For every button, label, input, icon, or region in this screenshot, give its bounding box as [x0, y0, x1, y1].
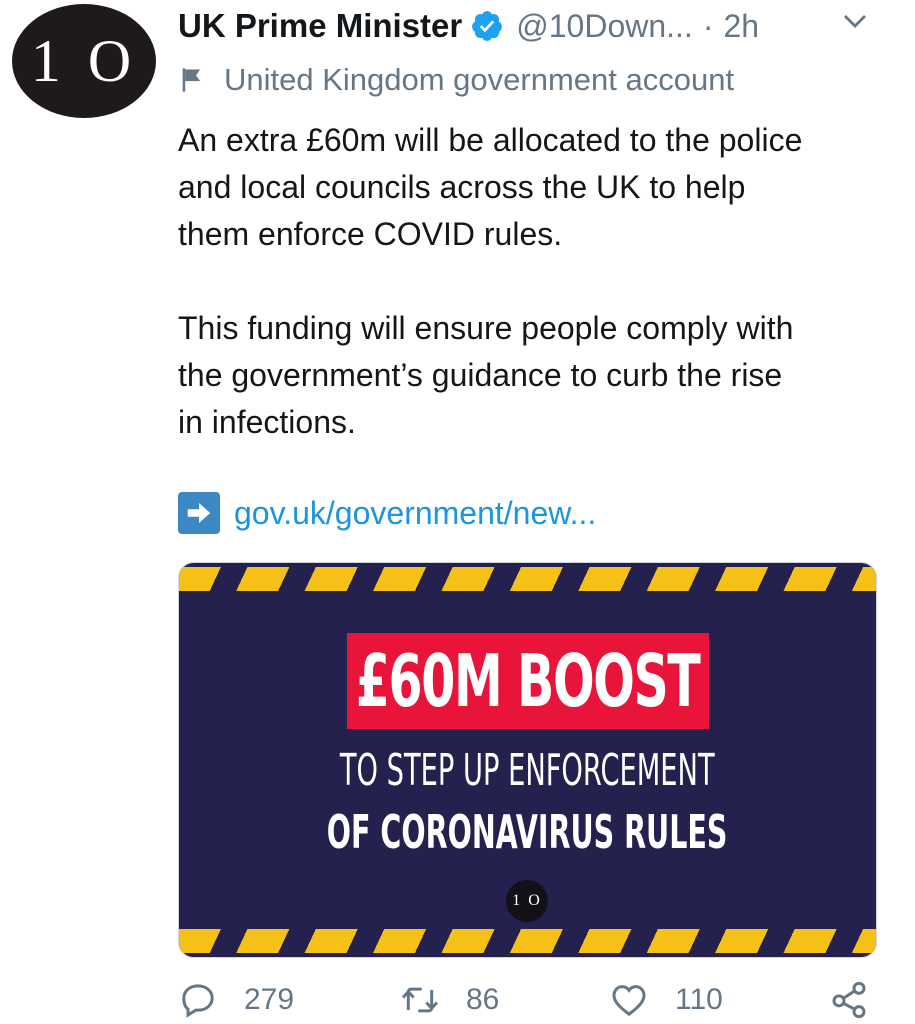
link-url[interactable]: gov.uk/government/new... — [234, 495, 596, 532]
like-count: 110 — [675, 983, 723, 1016]
verified-badge-icon — [472, 11, 503, 41]
like-button[interactable]: 110 — [609, 980, 723, 1020]
card-line-1-text: TO STEP UP ENFORCEMENT — [340, 745, 715, 796]
tweet-text: An extra £60m will be allocated to the p… — [178, 117, 898, 446]
timestamp[interactable]: 2h — [723, 8, 759, 45]
card-line-2-text: OF CORONAVIRUS RULES — [327, 805, 728, 859]
avatar-text: 1 O — [30, 27, 138, 94]
flag-icon — [182, 68, 201, 92]
reply-icon — [182, 984, 214, 1018]
retweet-button[interactable]: 86 — [400, 980, 499, 1020]
share-icon — [832, 981, 866, 1019]
account-label: United Kingdom government account — [178, 62, 734, 98]
chevron-down-icon[interactable] — [840, 6, 870, 36]
reply-button[interactable]: 279 — [178, 980, 294, 1020]
card-headline-banner: £60M BOOST — [347, 633, 709, 729]
hazard-stripe-bottom — [179, 929, 876, 953]
card-line-2: OF CORONAVIRUS RULES — [179, 805, 876, 859]
retweet-count: 86 — [466, 983, 500, 1016]
card-logo-text: 1 O — [512, 892, 542, 909]
card-logo: 1 O — [506, 880, 548, 922]
retweet-icon — [401, 987, 439, 1013]
card-line-1: TO STEP UP ENFORCEMENT — [179, 745, 876, 796]
avatar[interactable]: 1 O — [12, 4, 156, 118]
card-headline: £60M BOOST — [356, 639, 701, 723]
right-arrow-icon — [178, 492, 220, 534]
heart-icon — [612, 985, 646, 1017]
share-button[interactable] — [829, 980, 869, 1020]
tweet-paragraph-1: An extra £60m will be allocated to the p… — [178, 122, 803, 252]
account-label-text: United Kingdom government account — [224, 62, 735, 97]
reply-count: 279 — [244, 983, 295, 1016]
media-card[interactable]: £60M BOOST TO STEP UP ENFORCEMENT OF COR… — [178, 562, 877, 958]
tweet-header: UK Prime Minister @10Down... · 2h — [178, 0, 878, 52]
author-handle[interactable]: @10Down... — [516, 8, 693, 45]
hazard-stripe-top — [179, 567, 876, 591]
tweet-link[interactable]: gov.uk/government/new... — [178, 492, 596, 534]
separator-dot: · — [702, 7, 714, 44]
author-name[interactable]: UK Prime Minister — [178, 7, 462, 45]
tweet-paragraph-2: This funding will ensure people comply w… — [178, 310, 794, 440]
action-bar: 279 86 110 — [178, 980, 878, 1024]
